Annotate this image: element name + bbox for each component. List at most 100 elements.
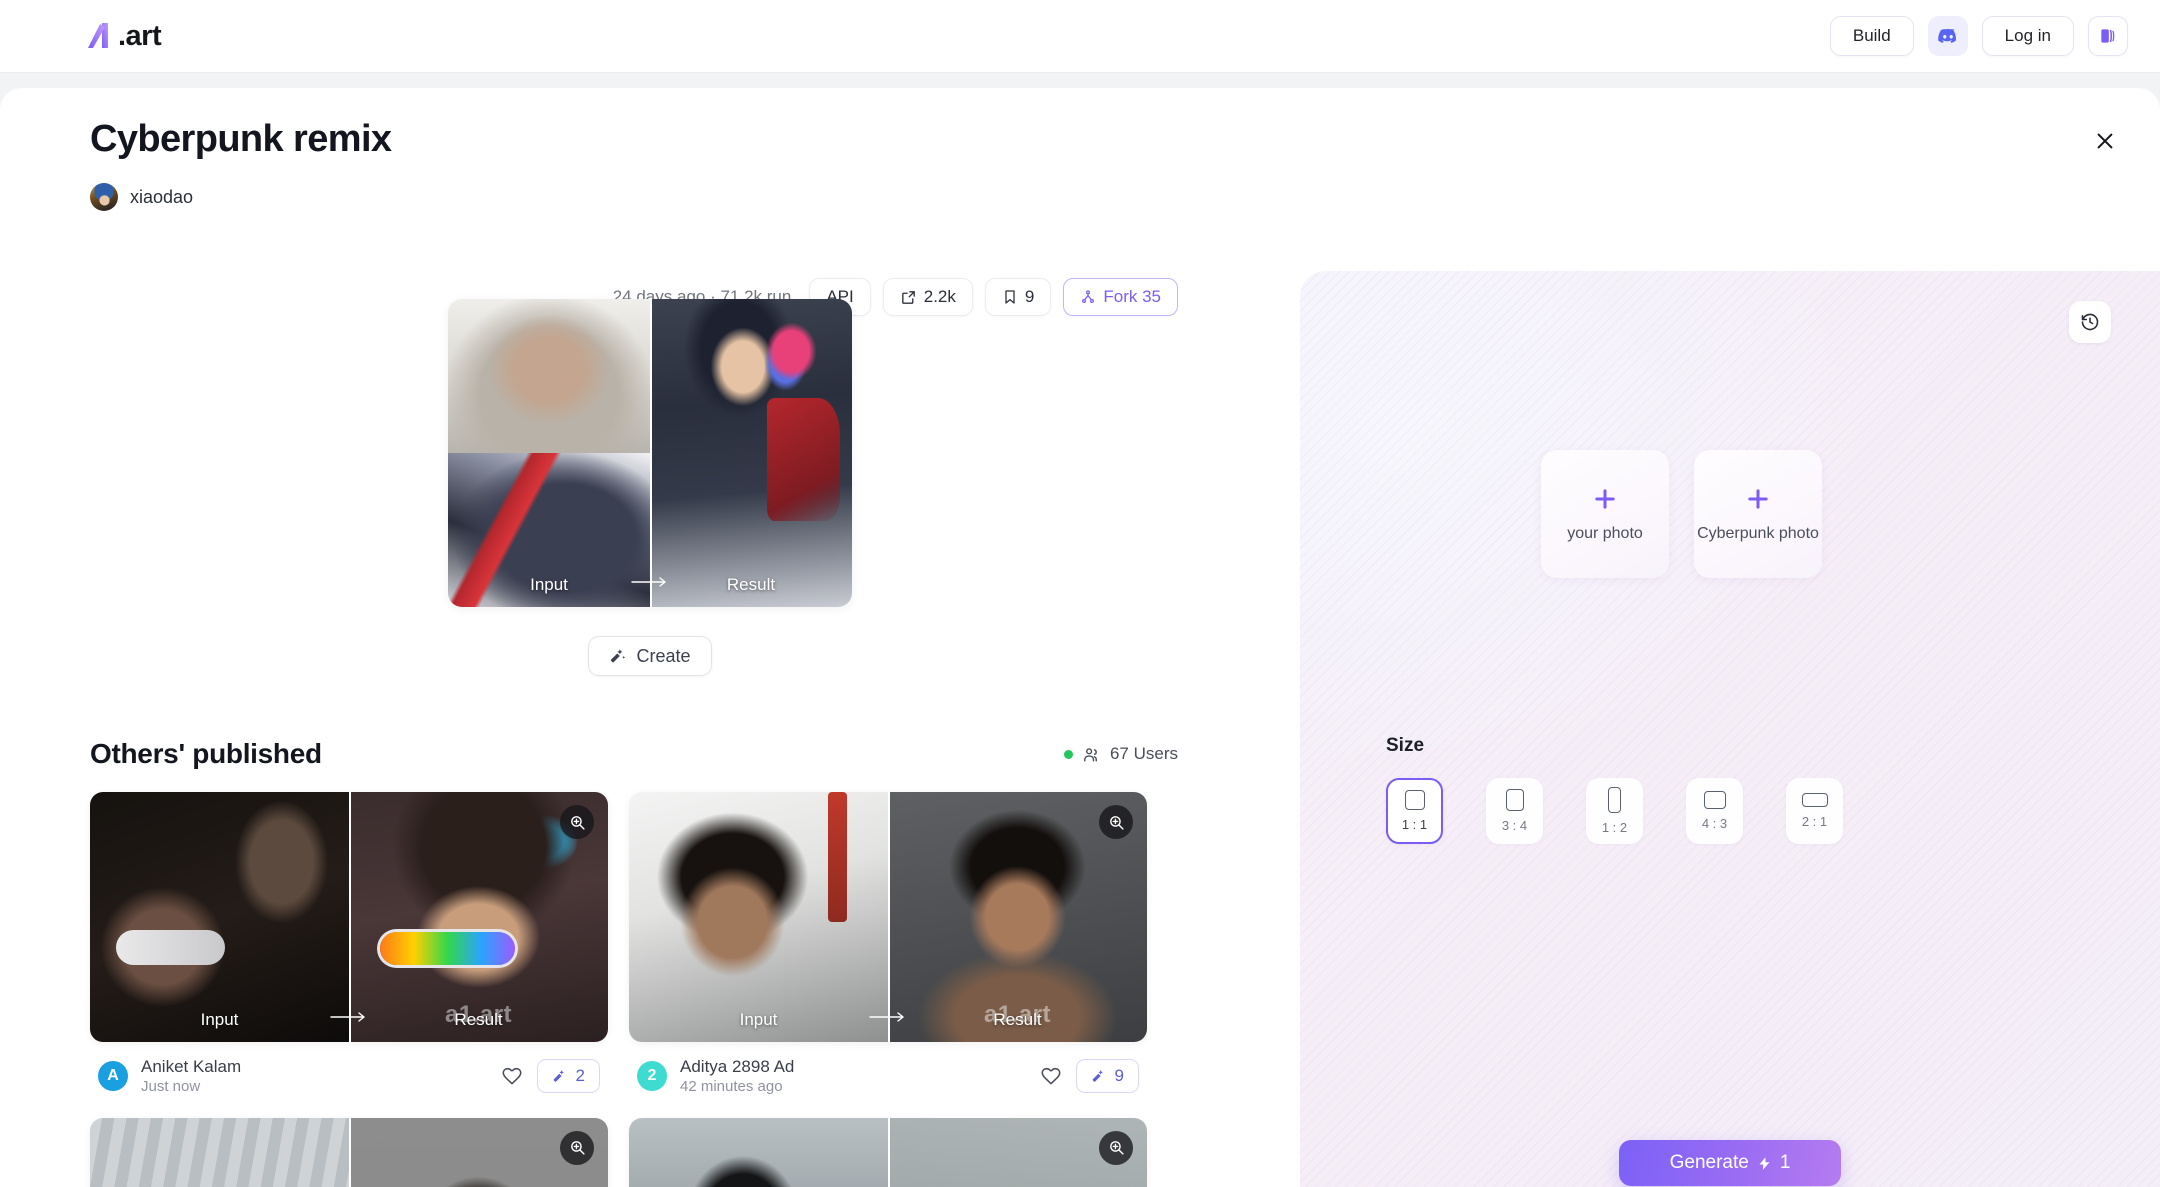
card-media[interactable] [90,1117,608,1187]
bookmark-button[interactable]: 9 [984,278,1052,316]
zoom-in-button[interactable] [560,1130,594,1165]
plus-icon [1748,489,1768,509]
magic-wand-icon [611,649,626,663]
library-button[interactable] [2088,16,2128,56]
app-logo[interactable]: .art [86,19,162,52]
login-button[interactable]: Log in [1981,16,2074,56]
zoom-in-icon [1109,1141,1124,1155]
logo-a-icon [88,23,108,48]
size-options: 1 : 1 3 : 4 1 : 2 4 : 3 2 : 1 [1386,778,2086,844]
ratio-shape [1608,787,1621,813]
card-input-image [629,1117,888,1187]
share-button[interactable]: 2.2k [882,278,973,316]
plus-icon [1595,489,1615,509]
ratio-label: 4 : 3 [1701,816,1728,831]
card-divider [349,1117,351,1187]
close-icon [2097,133,2113,149]
section-title: Others' published [90,738,322,769]
size-option-3-4[interactable]: 3 : 4 [1486,778,1543,844]
heart-icon[interactable] [501,1065,523,1087]
create-button[interactable]: Create [588,636,712,676]
card-input-image [629,792,888,1042]
list-item[interactable] [90,1117,608,1187]
hero-section: Input Result Create [90,299,1210,676]
generate-label: Generate [1669,1152,1749,1173]
remix-count: 9 [1114,1066,1124,1086]
arrow-right-icon [330,1012,365,1022]
size-option-4-3[interactable]: 4 : 3 [1686,778,1743,844]
card-input-half [629,1117,888,1187]
card-result-label: Result [993,1010,1042,1029]
author-name: Aditya 2898 Ad [680,1057,795,1076]
timestamp: 42 minutes ago [680,1078,783,1096]
remix-count: 2 [575,1066,585,1086]
avatar: 2 [637,1061,667,1092]
ratio-label: 2 : 1 [1801,814,1828,829]
online-status-dot [1063,749,1073,759]
zoom-in-button[interactable] [560,805,594,839]
card-author[interactable]: A Aniket Kalam Just now [98,1056,241,1097]
header-actions: Build Log in [1829,16,2128,56]
magic-wand-icon [1092,1070,1103,1083]
size-option-1-2[interactable]: 1 : 2 [1586,778,1643,844]
generate-button[interactable]: Generate 1 [1619,1140,1841,1186]
generate-cost: 1 [1779,1152,1791,1173]
card-result-label: Result [454,1010,503,1029]
users-icon [1084,747,1097,762]
close-button[interactable] [2083,119,2127,163]
upload-cyberpunk-photo[interactable]: Cyberpunk photo [1694,450,1822,578]
hero-input-half: Input [448,299,650,607]
discord-icon [1937,28,1956,43]
avatar: A [98,1061,128,1092]
card-media[interactable] [629,1117,1147,1187]
heart-icon[interactable] [1040,1065,1062,1087]
upload-label: your photo [1567,525,1643,542]
history-icon [2081,313,2099,331]
card-media[interactable]: Input a1.art Result [90,792,608,1042]
history-button[interactable] [2069,301,2111,343]
list-item[interactable] [629,1117,1147,1187]
hero-preview[interactable]: Input Result [448,299,852,607]
zoom-in-button[interactable] [1099,805,1133,839]
author-name: Aniket Kalam [141,1057,242,1076]
hero-result-label: Result [726,575,776,594]
ratio-shape [1505,789,1524,811]
card-media[interactable]: Input a1.art Result [629,792,1147,1042]
fork-button[interactable]: Fork 35 [1063,278,1178,316]
list-item[interactable]: Input a1.art Result [629,792,1147,1097]
card-input-half: Input [90,792,349,1042]
zoom-in-button[interactable] [1099,1130,1133,1165]
others-published-header: Others' published 67 Users [90,738,1210,770]
card-actions: 9 [1040,1059,1139,1094]
card-footer: 2 Aditya 2898 Ad 42 minutes ago 9 [629,1042,1147,1097]
books-icon [2101,29,2115,43]
author-row[interactable]: xiaodao [90,183,1210,211]
size-option-1-1[interactable]: 1 : 1 [1386,778,1443,844]
card-author[interactable]: 2 Aditya 2898 Ad 42 minutes ago [637,1056,794,1097]
hero-input-label: Input [530,575,568,594]
logo-text: .art [118,19,162,52]
author-name: xiaodao [130,186,194,207]
zoom-in-icon [1109,815,1124,830]
upload-your-photo[interactable]: your photo [1541,450,1669,578]
size-title: Size [1386,735,1425,756]
left-column: Cyberpunk remix xiaodao 24 days ago · 71… [90,88,1210,1187]
ratio-label: 1 : 1 [1401,817,1428,832]
list-item[interactable]: Input a1.art Result [90,792,608,1097]
build-button[interactable]: Build [1829,16,1914,56]
card-input-image [90,792,349,1042]
create-label: Create [636,645,691,666]
size-option-2-1[interactable]: 2 : 1 [1786,778,1843,844]
zoom-in-icon [570,1141,585,1155]
discord-button[interactable] [1927,16,1968,56]
users-count: 67 Users [1109,744,1178,763]
bookmark-count: 9 [1024,287,1035,306]
card-divider [349,792,351,1042]
hero-divider [650,299,652,607]
fork-icon [1082,290,1095,303]
zoom-in-icon [570,815,585,830]
remix-count-button[interactable]: 2 [536,1059,600,1094]
remix-count-button[interactable]: 9 [1075,1059,1139,1094]
hero-input-photo [448,299,650,453]
card-divider [888,1117,890,1187]
